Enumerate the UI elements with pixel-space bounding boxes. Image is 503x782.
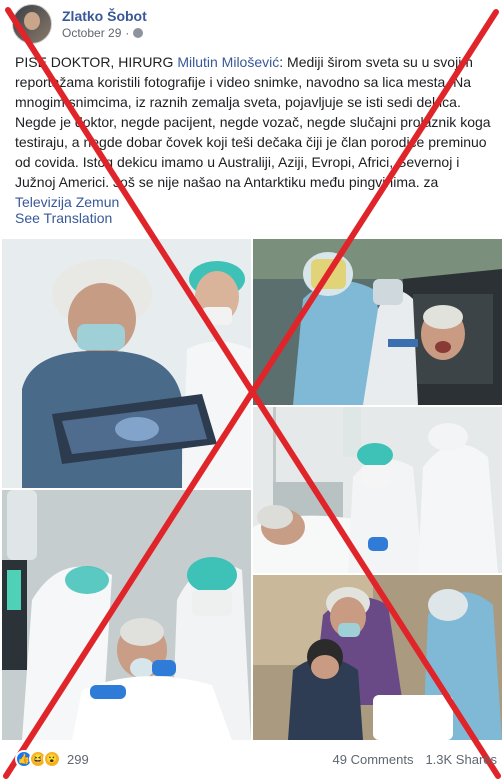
photo-car-test[interactable] [253,239,502,405]
photo-patient-bed[interactable] [253,407,502,573]
wow-icon: 😮 [43,750,61,768]
author-name[interactable]: Zlatko Šobot [62,7,147,25]
shares-count[interactable]: 1.3K Shares [425,752,497,767]
globe-icon [133,28,144,38]
photo-boy-crying[interactable] [253,575,502,740]
post-footer: 👍 😆 😮 299 49 Comments 1.3K Shares [0,742,503,776]
facebook-post: Zlatko Šobot October 29 · PISE DOKTOR, H… [0,0,503,782]
see-translation-link[interactable]: See Translation [15,210,112,226]
mention-link[interactable]: Milutin Milošević [177,54,279,70]
post-text-body: : Mediji širom sveta su u svojim reporta… [15,54,491,190]
post-text: PISE DOKTOR, HIRURG Milutin Milošević: M… [15,52,493,212]
reactions[interactable]: 👍 😆 😮 299 [15,750,89,768]
photo-doctor-xray[interactable] [2,239,251,488]
author-avatar[interactable] [12,4,52,44]
post-text-prefix: PISE DOKTOR, HIRURG [15,54,178,70]
post-date[interactable]: October 29 [62,25,121,41]
author-info: Zlatko Šobot October 29 · [62,7,147,41]
photo-patient-oxygen[interactable] [2,490,251,740]
post-header: Zlatko Šobot October 29 · [12,4,147,44]
comments-count[interactable]: 49 Comments [333,752,414,767]
reaction-count: 299 [67,751,89,767]
page-link[interactable]: Televizija Zemun [15,194,119,210]
post-meta: October 29 · [62,25,147,41]
